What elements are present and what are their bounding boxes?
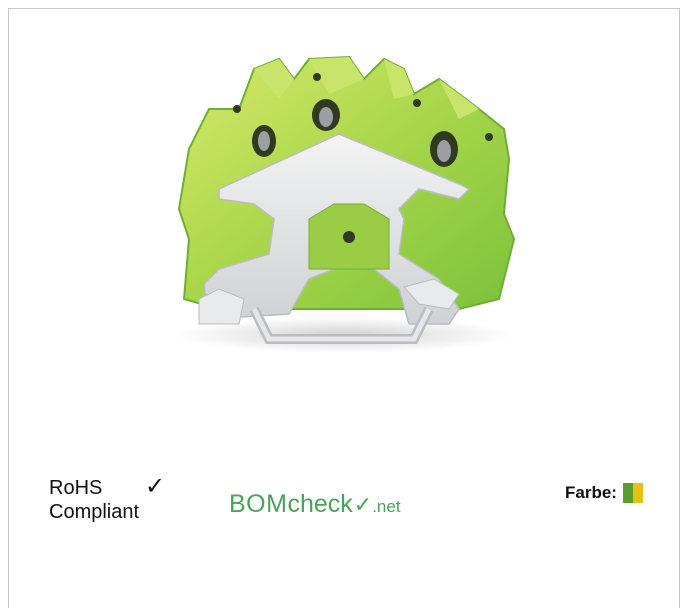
swatch-green — [622, 483, 633, 503]
checkmark-icon: ✓ — [145, 473, 166, 500]
swatch-yellow — [632, 483, 643, 503]
rohs-compliant-badge: RoHS ✓ Compliant — [49, 473, 199, 537]
color-swatch — [622, 483, 643, 503]
bomcheck-checkmark-icon: ✓ — [353, 492, 373, 517]
bomcheck-bom-text: BOM — [229, 490, 288, 518]
color-info: Farbe: — [565, 483, 643, 503]
terminal-block-icon — [159, 39, 539, 359]
bomcheck-net-text: .net — [372, 497, 401, 516]
bomcheck-logo: BOM check ✓ .net — [229, 479, 401, 519]
rohs-label: RoHS — [49, 477, 103, 499]
compliant-label: Compliant — [49, 501, 140, 523]
bomcheck-check-text: check — [287, 490, 353, 518]
color-label: Farbe: — [565, 483, 617, 502]
product-card: RoHS ✓ Compliant BOM check ✓ .net Farbe: — [8, 8, 680, 608]
